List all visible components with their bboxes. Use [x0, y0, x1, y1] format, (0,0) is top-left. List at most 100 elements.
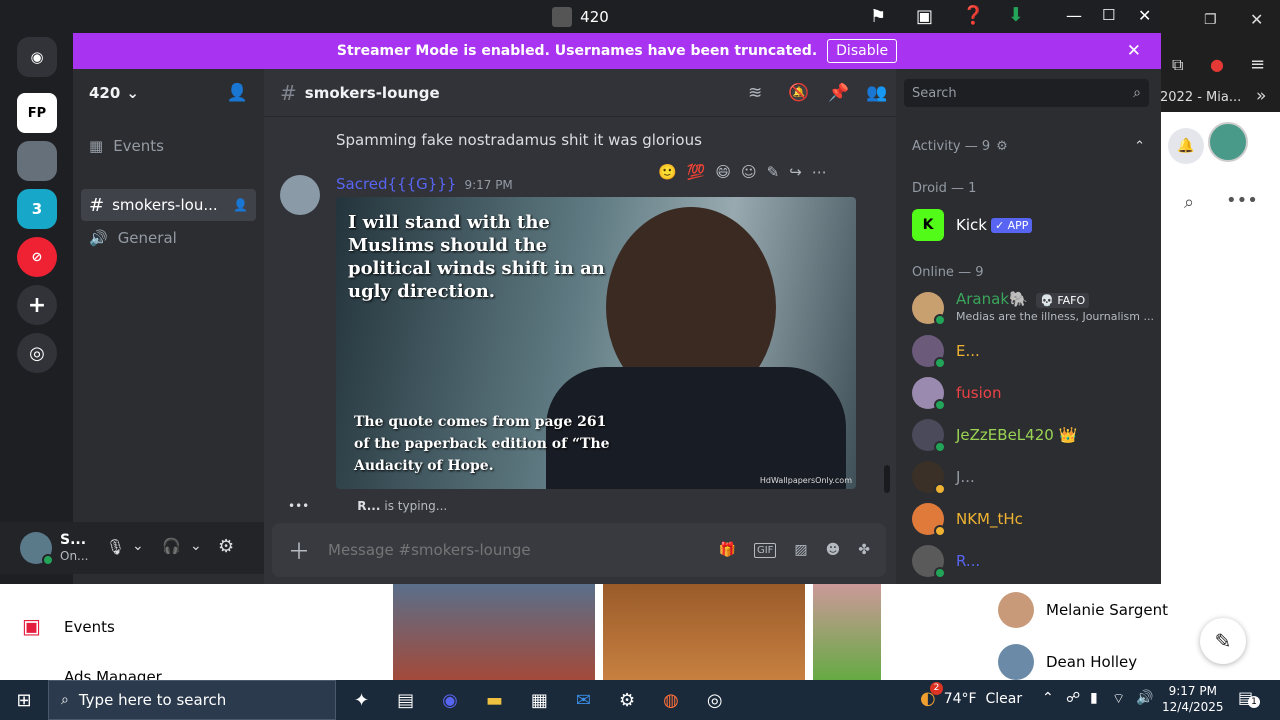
more-icon[interactable]: ⋯	[812, 163, 827, 181]
edit-icon[interactable]: ✎	[767, 163, 780, 181]
browser-extension-icon[interactable]: ⧉	[1172, 55, 1183, 75]
member-item[interactable]: JeZzEBeL420 👑	[912, 419, 1077, 453]
more-icon[interactable]: •••	[1226, 190, 1258, 211]
network-icon[interactable]: ☍	[1066, 690, 1080, 706]
inbox-icon[interactable]: ▣	[916, 6, 933, 27]
search-icon[interactable]: ⌕	[1184, 192, 1194, 213]
profile-avatar[interactable]	[1208, 122, 1248, 162]
disable-button[interactable]: Disable	[827, 39, 898, 63]
server-fp[interactable]: FP	[17, 93, 57, 133]
minimize-icon[interactable]: —	[1066, 6, 1082, 25]
headphones-icon[interactable]: 🎧	[162, 537, 181, 555]
inbox-flag-icon[interactable]: ⚑	[870, 6, 886, 27]
forward-icon[interactable]: ↪	[789, 163, 802, 181]
discover-icon[interactable]: ◎	[17, 333, 57, 373]
window-close-icon[interactable]: ✕	[1250, 10, 1263, 29]
add-reaction-icon[interactable]: ☺	[741, 163, 757, 181]
add-server-icon[interactable]: +	[17, 285, 57, 325]
clock[interactable]: 9:17 PM 12/4/2025	[1162, 683, 1224, 715]
browser-menu-icon[interactable]: ≡	[1250, 54, 1265, 75]
emoji-icon[interactable]: ☻	[826, 542, 841, 558]
author-name[interactable]: Sacred{{{G}}}	[336, 175, 456, 193]
taskbar-search[interactable]: ⌕ Type here to search	[48, 680, 336, 720]
bg-left-item-2[interactable]: Ads Manager	[64, 668, 162, 680]
bg-left-item[interactable]: Events	[64, 618, 115, 636]
channel-general[interactable]: 🔊 General	[89, 229, 177, 247]
browser-ext-badge-icon[interactable]: ●	[1210, 55, 1224, 74]
banner-close-icon[interactable]: ✕	[1127, 41, 1141, 61]
bell-icon[interactable]: 🔔	[1168, 128, 1204, 164]
reaction-100-icon[interactable]: 💯	[687, 163, 706, 181]
activity-header[interactable]: Activity — 9 ⚙ ⌃	[912, 139, 1145, 154]
message-input[interactable]	[328, 541, 705, 559]
volume-icon[interactable]: 🔊	[1136, 690, 1153, 706]
windows-start-icon[interactable]: ⊞	[0, 690, 48, 711]
task-view-icon[interactable]: ▤	[397, 690, 414, 711]
member-item[interactable]: NKM_tHc	[912, 503, 1023, 537]
channel-smokers-lounge[interactable]: # smokers-lou... 👤	[81, 189, 256, 221]
search-box[interactable]: Search ⌕	[904, 79, 1149, 107]
member-item[interactable]: K Kick ✓ APP	[912, 209, 1033, 241]
steam-icon[interactable]: ⚙	[619, 690, 635, 711]
chevron-up-icon[interactable]: ⌃	[1134, 139, 1145, 154]
copilot-icon[interactable]: ✦	[354, 690, 369, 711]
notifications-icon[interactable]: 🔕	[788, 83, 809, 103]
mic-icon[interactable]: 🎙	[106, 538, 125, 556]
scrollbar[interactable]	[884, 465, 890, 493]
browser-tab[interactable]: 2022 - Mia...	[1160, 90, 1241, 105]
file-explorer-icon[interactable]: ▬	[486, 690, 503, 711]
meme-image[interactable]: I will stand with the Muslims should the…	[336, 197, 856, 489]
contact-item[interactable]: Melanie Sargent	[998, 592, 1168, 628]
threads-icon[interactable]: ≋	[748, 83, 762, 103]
server-header[interactable]: 420 ⌄ 👤	[73, 69, 264, 117]
gear-icon[interactable]: ⚙	[996, 139, 1008, 154]
create-invite-icon[interactable]: 👤	[233, 198, 248, 212]
server-420[interactable]	[17, 141, 57, 181]
upload-icon[interactable]: ＋	[288, 534, 310, 566]
chevron-up-icon[interactable]: ⌃	[1042, 690, 1054, 706]
maximize-icon[interactable]: ☐	[1102, 6, 1115, 24]
reel-thumb-1[interactable]	[393, 584, 595, 680]
tabs-overflow-icon[interactable]: »	[1256, 86, 1266, 106]
gif-icon[interactable]: GIF	[753, 542, 777, 558]
member-list-icon[interactable]: 👥	[866, 83, 887, 103]
discord-taskbar-icon[interactable]: ◉	[442, 690, 458, 711]
notification-icon[interactable]: ▤ 1	[1238, 688, 1260, 708]
search-input[interactable]: Search	[912, 86, 957, 101]
member-item[interactable]: R...	[912, 545, 980, 579]
pin-icon[interactable]: 📌	[828, 83, 849, 103]
member-item[interactable]: Aranak🐘 💀 FAFO Medias are the illness, J…	[912, 291, 1154, 326]
reaction-custom-icon[interactable]: 🙂	[658, 163, 677, 181]
compose-button[interactable]: ✎	[1200, 618, 1246, 664]
discord-home-icon[interactable]: ◉	[17, 37, 57, 77]
chevron-down-icon[interactable]: ⌄	[190, 538, 202, 554]
contact-item[interactable]: Dean Holley	[998, 644, 1137, 680]
chevron-down-icon[interactable]: ⌄	[132, 538, 144, 554]
avatar[interactable]	[20, 532, 54, 566]
member-item[interactable]: E...	[912, 335, 980, 369]
gear-icon[interactable]: ⚙	[218, 536, 234, 557]
reel-thumb-3[interactable]	[813, 584, 881, 680]
mail-icon[interactable]: ✉	[576, 690, 591, 711]
download-icon[interactable]: ⬇	[1008, 4, 1024, 26]
reaction-grin-icon[interactable]: 😄	[715, 163, 731, 181]
obs-icon[interactable]: ◎	[707, 690, 723, 711]
firefox-icon[interactable]: ◍	[663, 690, 679, 711]
apps-icon[interactable]: ✤	[858, 542, 870, 558]
weather-widget[interactable]: ◐ 2 74°F Clear	[920, 682, 1022, 709]
sticker-icon[interactable]: ▨	[794, 542, 807, 558]
channel-events[interactable]: ▦ Events	[89, 137, 164, 155]
wifi-icon[interactable]: ⌔	[1112, 690, 1125, 708]
invite-icon[interactable]: 👤	[227, 83, 248, 103]
close-icon[interactable]: ✕	[1138, 6, 1151, 25]
reel-thumb-2[interactable]	[603, 584, 805, 680]
member-item[interactable]: J...	[912, 461, 975, 495]
battery-icon[interactable]: ▮	[1090, 690, 1098, 706]
member-item[interactable]: fusion	[912, 377, 1001, 411]
server-red[interactable]: ⊘	[17, 237, 57, 277]
gift-icon[interactable]: 🎁	[719, 542, 736, 558]
help-icon[interactable]: ❓	[962, 5, 984, 26]
window-restore-icon[interactable]: ❐	[1204, 12, 1217, 28]
store-icon[interactable]: ▦	[531, 690, 548, 711]
server-3max[interactable]: 3	[17, 189, 57, 229]
